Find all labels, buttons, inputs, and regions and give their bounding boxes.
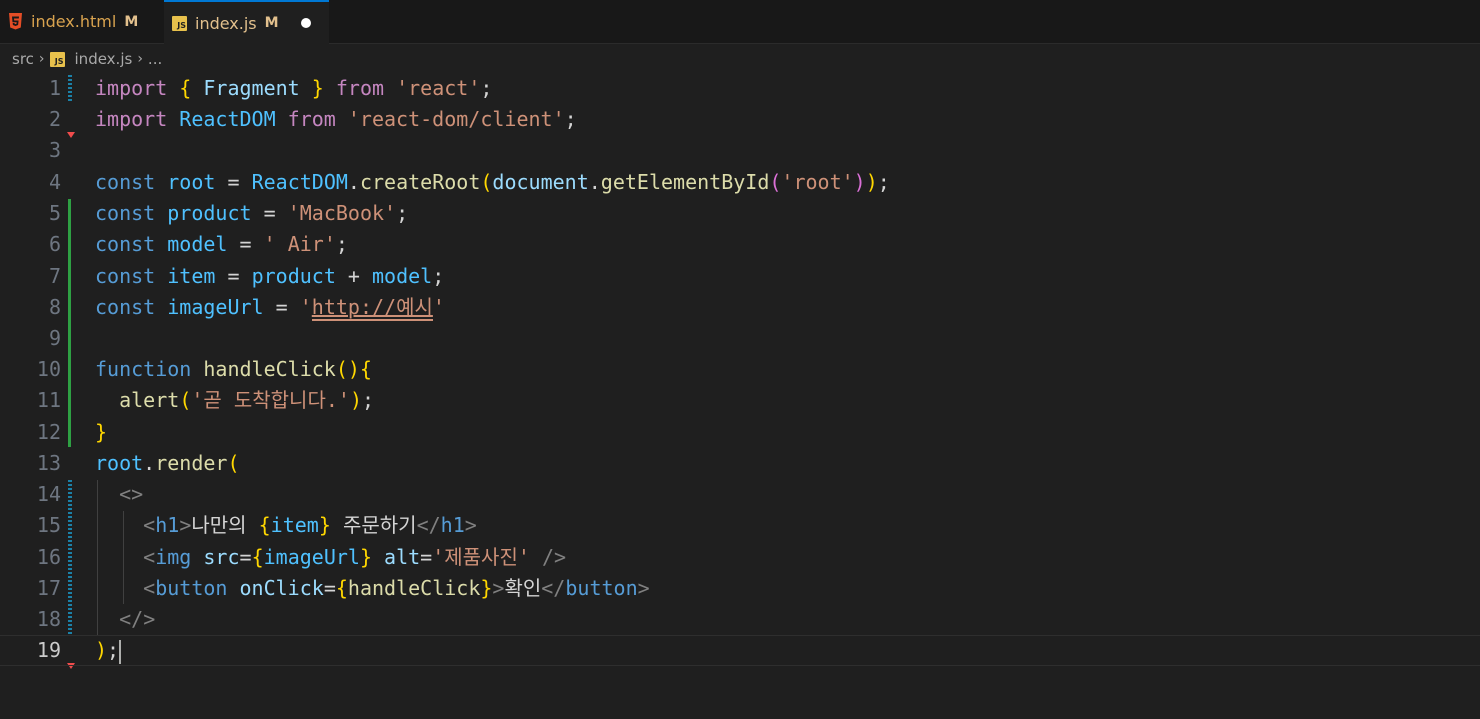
code-text: }	[95, 420, 108, 444]
code-text: const imageUrl = 'http://예시'	[95, 295, 445, 321]
tab-label: index.html	[31, 12, 117, 31]
code-line[interactable]: 18 </>	[0, 604, 1480, 635]
code-line[interactable]: 7 const item = product + model;	[0, 261, 1480, 292]
line-number: 12	[36, 420, 61, 444]
line-number: 19	[36, 638, 61, 662]
code-line[interactable]: 12}	[0, 417, 1480, 448]
code-line[interactable]: 6 const model = ' Air';	[0, 229, 1480, 260]
line-number: 3	[48, 138, 61, 162]
code-text: <img src={imageUrl} alt='제품사진' />	[143, 545, 567, 569]
code-line[interactable]: 4 const root = ReactDOM.createRoot(docume…	[0, 167, 1480, 198]
breadcrumb-file[interactable]: index.js	[75, 50, 133, 68]
tab-bar: index.html M JS index.js M	[0, 0, 1480, 44]
code-line[interactable]: 9	[0, 323, 1480, 354]
breadcrumb-folder[interactable]: src	[12, 50, 34, 68]
line-number: 14	[36, 482, 61, 506]
code-text: const root = ReactDOM.createRoot(documen…	[95, 170, 890, 194]
code-line[interactable]: 14 <>	[0, 479, 1480, 510]
line-number: 17	[36, 576, 61, 600]
html5-icon	[8, 13, 23, 30]
modified-badge: M	[124, 13, 139, 30]
line-number: 1	[48, 76, 61, 100]
code-line[interactable]: 13 root.render(	[0, 448, 1480, 479]
code-text: <button onClick={handleClick}>확인</button…	[143, 576, 650, 600]
code-line[interactable]: 2 import ReactDOM from 'react-dom/client'…	[0, 104, 1480, 135]
line-number: 2	[48, 107, 61, 131]
code-text: const item = product + model;	[95, 264, 445, 288]
code-text: <h1>나만의 {item} 주문하기</h1>	[143, 513, 477, 537]
code-text: function handleClick(){	[95, 357, 372, 381]
javascript-icon: JS	[172, 15, 187, 31]
breadcrumb: src › JS index.js › ...	[0, 44, 1480, 74]
code-text: );	[95, 638, 122, 664]
line-number: 16	[36, 545, 61, 569]
code-line[interactable]: 5 const product = 'MacBook';	[0, 198, 1480, 229]
unsaved-dot-icon[interactable]	[300, 18, 311, 28]
code-line[interactable]: 16 <img src={imageUrl} alt='제품사진' />	[0, 542, 1480, 573]
code-text: const product = 'MacBook';	[95, 201, 409, 225]
line-number: 13	[36, 451, 61, 475]
code-text: root.render(	[95, 451, 240, 475]
text-cursor	[119, 639, 122, 664]
code-line[interactable]: 8 const imageUrl = 'http://예시'	[0, 292, 1480, 323]
chevron-right-icon: ›	[38, 51, 45, 67]
code-text: import ReactDOM from 'react-dom/client';	[95, 107, 577, 131]
breadcrumb-more[interactable]: ...	[148, 50, 162, 68]
code-line[interactable]: 3	[0, 135, 1480, 166]
code-text: import { Fragment } from 'react';	[95, 76, 493, 100]
line-number: 5	[48, 201, 61, 225]
code-line[interactable]: 10 function handleClick(){	[0, 354, 1480, 385]
line-number: 7	[48, 264, 61, 288]
line-number: 15	[36, 513, 61, 537]
chevron-right-icon: ›	[137, 51, 143, 67]
code-text: <>	[119, 482, 144, 506]
line-number: 6	[48, 232, 61, 256]
line-number: 18	[36, 607, 61, 631]
code-line[interactable]: 11 alert('곧 도착합니다.');	[0, 385, 1480, 416]
line-number: 9	[48, 326, 61, 350]
tab-index-html[interactable]: index.html M	[0, 0, 163, 43]
code-line[interactable]: 1 import { Fragment } from 'react';	[0, 73, 1480, 104]
code-line[interactable]: 15 <h1>나만의 {item} 주문하기</h1>	[0, 510, 1480, 541]
code-text: alert('곧 도착합니다.');	[119, 388, 375, 412]
line-number: 8	[48, 295, 61, 319]
tab-index-js[interactable]: JS index.js M	[164, 0, 329, 44]
modified-badge: M	[264, 15, 279, 31]
line-number: 11	[36, 388, 61, 412]
line-number: 10	[36, 357, 61, 381]
code-line-current[interactable]: 19);	[0, 635, 1480, 666]
code-line[interactable]: 17 <button onClick={handleClick}>확인</but…	[0, 573, 1480, 604]
code-editor[interactable]: 1 import { Fragment } from 'react'; 2 impo…	[0, 73, 1480, 719]
code-text: const model = ' Air';	[95, 232, 348, 256]
line-number: 4	[48, 170, 61, 194]
tab-label: index.js	[195, 13, 257, 33]
code-text: </>	[119, 607, 156, 631]
javascript-icon: JS	[49, 51, 65, 67]
